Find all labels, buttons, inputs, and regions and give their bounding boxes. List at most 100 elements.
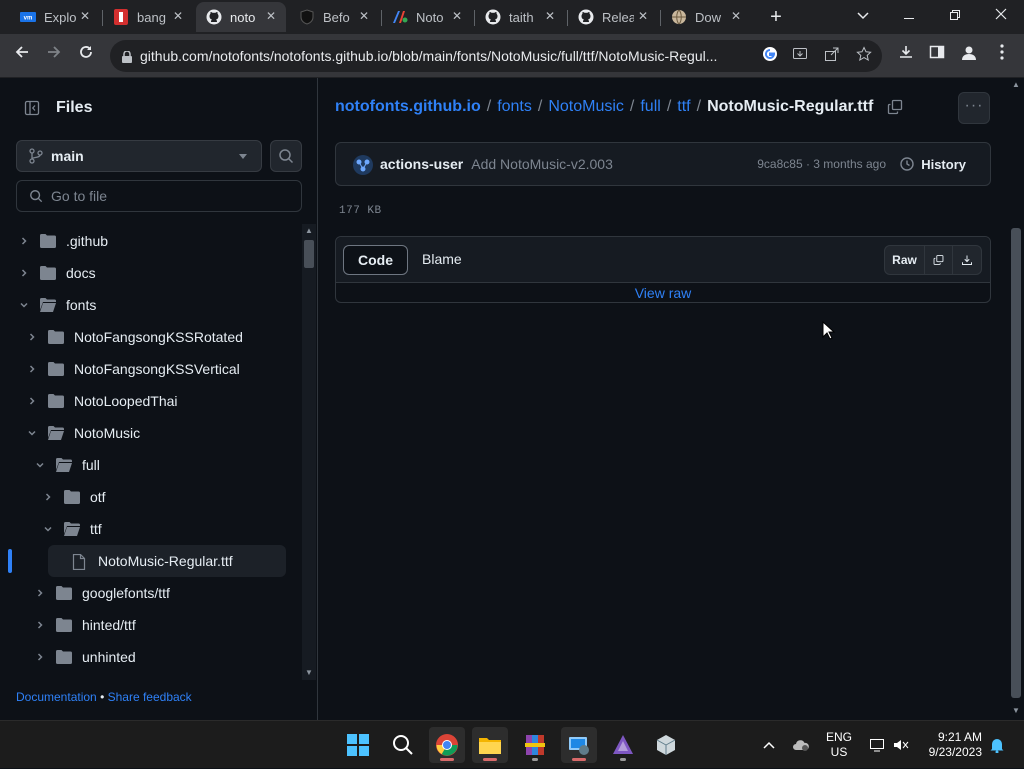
chevron-down-icon[interactable]	[40, 521, 56, 537]
tree-folder-item[interactable]: unhinted	[32, 641, 286, 673]
page-scroll-up-icon[interactable]: ▲	[1012, 80, 1020, 89]
commit-author[interactable]: actions-user	[380, 156, 463, 172]
tree-scrollbar[interactable]	[302, 224, 316, 680]
tree-folder-item[interactable]: ttf	[40, 513, 286, 545]
chevron-right-icon[interactable]	[24, 361, 40, 377]
browser-tab[interactable]: taith ✕	[475, 2, 565, 32]
view-raw-link[interactable]: View raw	[336, 285, 990, 301]
share-icon[interactable]	[822, 46, 842, 66]
side-panel-icon[interactable]	[926, 44, 948, 66]
new-tab-button[interactable]: +	[764, 5, 788, 29]
chevron-right-icon[interactable]	[24, 329, 40, 345]
google-icon[interactable]	[760, 46, 780, 66]
tree-folder-item[interactable]: NotoFangsongKSSVertical	[24, 353, 286, 385]
tree-folder-item[interactable]: fonts	[16, 289, 286, 321]
network-tray-icon[interactable]	[866, 721, 888, 769]
browser-tab[interactable]: Relea ✕	[568, 2, 658, 32]
collapse-sidebar-button[interactable]	[16, 92, 48, 124]
install-app-icon[interactable]	[790, 46, 810, 66]
close-tab-icon[interactable]: ✕	[357, 9, 371, 23]
more-options-button[interactable]: ···	[958, 92, 990, 124]
chevron-right-icon[interactable]	[32, 617, 48, 633]
remote-app-taskbar-button[interactable]	[561, 727, 597, 763]
browser-tab[interactable]: noto ✕	[196, 2, 286, 32]
tree-file-item[interactable]: NotoMusic-Regular.ttf	[48, 545, 286, 577]
volume-muted-tray-icon[interactable]	[890, 721, 912, 769]
close-tab-icon[interactable]: ✕	[171, 9, 185, 23]
system-clock[interactable]: 9:21 AM 9/23/2023	[920, 730, 982, 760]
profile-icon[interactable]	[958, 44, 980, 66]
close-window-button[interactable]	[989, 5, 1013, 25]
address-bar[interactable]: github.com/notofonts/notofonts.github.io…	[110, 40, 882, 72]
close-tab-icon[interactable]: ✕	[636, 9, 650, 23]
tab-blame[interactable]: Blame	[408, 245, 476, 275]
file-explorer-taskbar-button[interactable]	[472, 727, 508, 763]
browser-tab[interactable]: Dow ✕	[661, 2, 751, 32]
page-scrollbar[interactable]: ▲ ▼	[1008, 78, 1024, 720]
close-tab-icon[interactable]: ✕	[543, 9, 557, 23]
browser-tab[interactable]: Befo ✕	[289, 2, 379, 32]
browser-tab[interactable]: vm Explo ✕	[10, 2, 100, 32]
copy-raw-button[interactable]	[925, 246, 953, 274]
downloads-icon[interactable]	[895, 44, 917, 66]
start-button[interactable]	[340, 727, 376, 763]
scroll-up-icon[interactable]: ▲	[304, 226, 314, 236]
tree-folder-item[interactable]: full	[32, 449, 286, 481]
breadcrumb-repo-link[interactable]: notofonts.github.io	[335, 98, 481, 116]
share-feedback-link[interactable]: Share feedback	[108, 690, 192, 704]
bookmark-star-icon[interactable]	[854, 46, 874, 66]
chevron-down-icon[interactable]	[24, 425, 40, 441]
tab-search-icon[interactable]	[851, 5, 875, 25]
back-button[interactable]	[10, 44, 34, 68]
winrar-taskbar-button[interactable]	[517, 727, 553, 763]
chevron-down-icon[interactable]	[16, 297, 32, 313]
notifications-tray-icon[interactable]	[986, 721, 1008, 769]
breadcrumb-link-notomusic[interactable]: NotoMusic	[548, 98, 624, 116]
chevron-right-icon[interactable]	[16, 233, 32, 249]
chevron-right-icon[interactable]	[32, 649, 48, 665]
page-scrollbar-thumb[interactable]	[1011, 228, 1021, 698]
commit-meta[interactable]: 9ca8c85 · 3 months ago	[757, 157, 886, 171]
scroll-down-icon[interactable]: ▼	[304, 668, 314, 678]
avatar[interactable]	[352, 154, 373, 175]
breadcrumb-link-full[interactable]: full	[640, 98, 660, 116]
tree-folder-item[interactable]: googlefonts/ttf	[32, 577, 286, 609]
browser-tab[interactable]: bang ✕	[103, 2, 193, 32]
tree-folder-item[interactable]: NotoFangsongKSSRotated	[24, 321, 286, 353]
app-taskbar-button[interactable]	[605, 727, 641, 763]
raw-button[interactable]: Raw	[885, 246, 925, 274]
browser-tab[interactable]: Noto ✕	[382, 2, 472, 32]
close-tab-icon[interactable]: ✕	[78, 9, 92, 23]
show-hidden-icons-button[interactable]	[758, 721, 780, 769]
tree-folder-item[interactable]: NotoMusic	[24, 417, 286, 449]
tree-folder-item[interactable]: .github	[16, 225, 286, 257]
reload-button[interactable]	[74, 44, 98, 68]
onedrive-tray-icon[interactable]	[790, 721, 812, 769]
go-to-file-input[interactable]: Go to file	[16, 180, 302, 212]
commit-message[interactable]: Add NotoMusic-v2.003	[471, 156, 613, 172]
chevron-right-icon[interactable]	[32, 585, 48, 601]
forward-button[interactable]	[42, 44, 66, 68]
breadcrumb-link-ttf[interactable]: ttf	[677, 98, 690, 116]
tree-folder-item[interactable]: NotoLoopedThai	[24, 385, 286, 417]
documentation-link[interactable]: Documentation	[16, 690, 97, 704]
search-taskbar-button[interactable]	[385, 727, 421, 763]
input-language-indicator[interactable]: ENG US	[826, 730, 852, 760]
breadcrumb-link-fonts[interactable]: fonts	[497, 98, 532, 116]
chevron-down-icon[interactable]	[32, 457, 48, 473]
tree-folder-item[interactable]: otf	[40, 481, 286, 513]
tree-scrollbar-thumb[interactable]	[304, 240, 314, 268]
chrome-taskbar-button[interactable]	[429, 727, 465, 763]
history-button[interactable]: History	[899, 156, 966, 172]
tree-folder-item[interactable]: docs	[16, 257, 286, 289]
close-tab-icon[interactable]: ✕	[729, 9, 743, 23]
close-tab-icon[interactable]: ✕	[264, 9, 278, 23]
chevron-right-icon[interactable]	[24, 393, 40, 409]
minimize-button[interactable]	[897, 5, 921, 25]
close-tab-icon[interactable]: ✕	[450, 9, 464, 23]
copy-path-icon[interactable]	[887, 99, 903, 115]
app2-taskbar-button[interactable]	[648, 727, 684, 763]
search-files-button[interactable]	[270, 140, 302, 172]
tree-folder-item[interactable]: hinted/ttf	[32, 609, 286, 641]
restore-button[interactable]	[943, 5, 967, 25]
